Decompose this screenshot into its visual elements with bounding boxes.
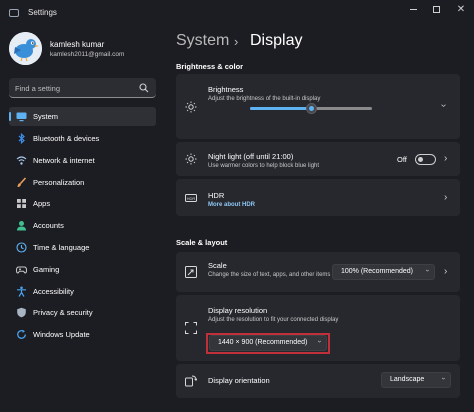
chevron-down-icon: › [423,269,431,272]
slider-fill [250,107,311,110]
sidebar-item-accounts[interactable]: Accounts [9,216,156,235]
orientation-icon [185,375,197,387]
sidebar-item-label: Privacy & security [33,308,93,317]
user-name: kamlesh kumar [50,40,105,49]
sidebar-item-label: System [33,112,59,121]
chevron-down-icon: › [439,377,447,380]
accessibility-icon [17,286,26,297]
wifi-icon [16,156,27,165]
night-light-state: Off [397,155,407,164]
person-icon [17,221,26,231]
minimize-button[interactable] [403,3,423,17]
maximize-icon [432,5,440,13]
display-resolution-title: Display resolution [208,306,268,315]
slider-thumb[interactable] [306,103,317,114]
sidebar-item-label: Windows Update [33,330,90,339]
scale-title: Scale [208,261,227,270]
orientation-dropdown[interactable]: Landscape › [381,372,451,388]
hdr-icon: HDR [185,194,197,202]
night-light-description: Use warmer colors to help block blue lig… [208,163,320,169]
window-title: Settings [28,8,57,17]
orientation-value: Landscape [390,376,425,383]
sidebar-item-apps[interactable]: Apps [9,194,156,213]
bird-avatar-icon [9,32,42,65]
brightness-slider[interactable] [250,103,372,114]
sidebar-item-label: Accessibility [33,287,74,296]
sidebar-item-bluetooth[interactable]: Bluetooth & devices [9,129,156,148]
sidebar-item-time-language[interactable]: Time & language [9,238,156,257]
sidebar-item-label: Network & internet [33,156,95,165]
avatar[interactable] [9,32,42,65]
brightness-description: Adjust the brightness of the built-in di… [208,96,321,102]
sun-icon [185,101,197,113]
chevron-down-icon[interactable]: › [438,104,449,107]
sidebar-item-label: Personalization [33,178,85,187]
close-button[interactable]: ✕ [451,3,471,17]
breadcrumb-system[interactable]: System [176,32,229,50]
search-box[interactable] [9,78,156,98]
chevron-right-icon: › [444,192,448,203]
chevron-right-icon: › [444,153,448,164]
section-heading-scale-layout: Scale & layout [176,238,228,247]
brush-icon [17,177,27,187]
more-about-hdr-link[interactable]: More about HDR [208,202,255,208]
sidebar-item-accessibility[interactable]: Accessibility [9,282,156,301]
sidebar-item-windows-update[interactable]: Windows Update [9,325,156,344]
scale-icon [185,266,197,278]
apps-icon [17,199,26,208]
night-light-title: Night light (off until 21:00) [208,152,294,161]
brightness-card: Brightness Adjust the brightness of the … [176,74,460,139]
bluetooth-icon [18,133,25,144]
user-email: kamlesh2011@gmail.com [50,51,125,58]
minimize-icon [409,8,417,10]
highlight-box [206,333,330,354]
shield-icon [17,307,26,318]
settings-app-icon [9,9,19,17]
hdr-card[interactable]: HDR HDR More about HDR › [176,179,460,216]
title-bar: Settings ✕ [0,0,474,26]
close-icon: ✕ [456,4,466,15]
monitor-icon [16,112,27,122]
scale-card: Scale Change the size of text, apps, and… [176,252,460,292]
sidebar-item-network[interactable]: Network & internet [9,151,156,170]
chevron-right-icon: › [444,266,448,277]
brightness-title: Brightness [208,85,244,94]
search-icon [139,83,149,93]
maximize-button[interactable] [426,3,446,17]
night-light-icon [185,153,197,165]
sidebar-item-privacy-security[interactable]: Privacy & security [9,303,156,322]
scale-value: 100% (Recommended) [341,268,413,275]
globe-clock-icon [16,242,27,253]
sidebar-item-personalization[interactable]: Personalization [9,173,156,192]
scale-description: Change the size of text, apps, and other… [208,272,331,278]
selection-indicator [9,112,11,121]
gamepad-icon [16,266,27,274]
section-heading-brightness-color: Brightness & color [176,62,244,71]
display-orientation-title: Display orientation [208,376,270,385]
display-orientation-card: Display orientation Landscape › [176,364,460,398]
search-input[interactable] [15,82,135,94]
sidebar-item-label: Gaming [33,265,60,274]
display-resolution-description: Adjust the resolution to fit your connec… [208,317,339,323]
sidebar-item-label: Apps [33,199,51,208]
update-icon [17,329,26,339]
scale-dropdown[interactable]: 100% (Recommended) › [332,264,435,280]
resolution-icon [185,322,197,334]
svg-text:HDR: HDR [187,196,196,201]
hdr-title: HDR [208,191,225,200]
sidebar-item-label: Bluetooth & devices [33,134,100,143]
page-title: Display [250,32,303,49]
sidebar-item-system[interactable]: System [9,107,156,126]
night-light-card[interactable]: Night light (off until 21:00) Use warmer… [176,142,460,176]
night-light-toggle[interactable] [415,154,436,165]
sidebar-item-gaming[interactable]: Gaming [9,260,156,279]
breadcrumb-separator: › [234,34,239,49]
sidebar-item-label: Time & language [33,243,90,252]
sidebar-item-label: Accounts [33,221,64,230]
